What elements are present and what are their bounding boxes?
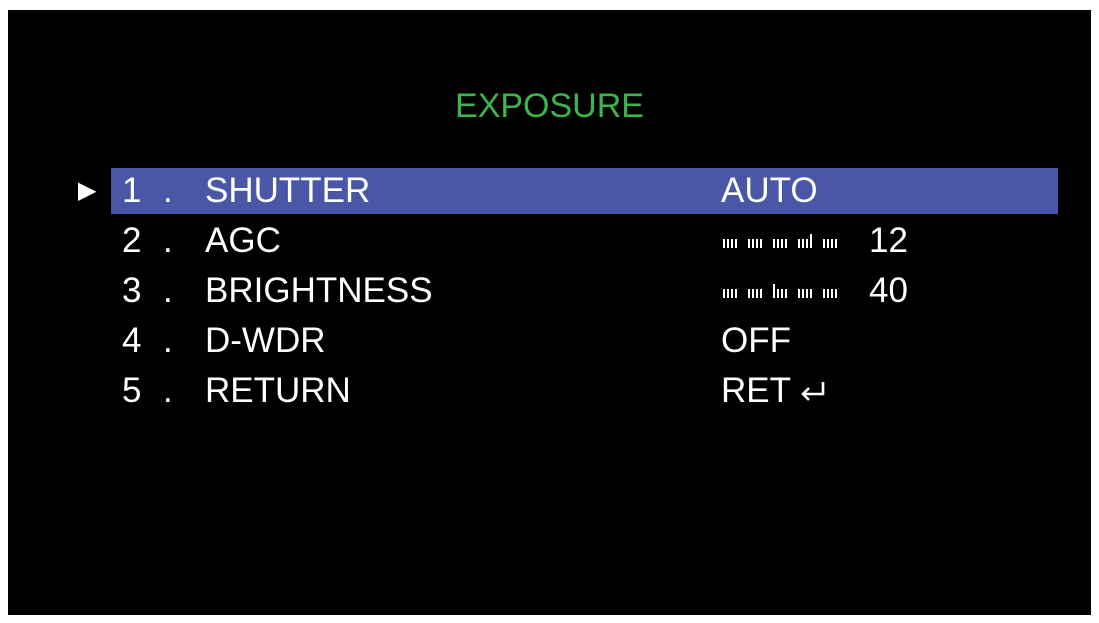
level-tick — [748, 239, 750, 248]
menu-item-separator: . — [163, 171, 173, 210]
level-tick — [798, 289, 800, 298]
level-tick — [773, 239, 775, 248]
menu-title: EXPOSURE — [455, 87, 644, 125]
menu-item-separator: . — [163, 221, 173, 260]
level-tick — [827, 239, 829, 248]
menu-item-separator: . — [163, 321, 173, 360]
menu-item-label: SHUTTER — [205, 171, 371, 210]
agc-value: 12 — [869, 221, 908, 260]
level-tick — [835, 239, 837, 248]
level-tick — [831, 239, 833, 248]
level-tick — [748, 289, 750, 298]
level-tick — [785, 289, 787, 298]
level-tick — [756, 289, 758, 298]
menu-item-label: D-WDR — [205, 321, 326, 360]
menu-item-label: RETURN — [205, 371, 351, 410]
menu-item-number: 5 — [122, 371, 142, 410]
level-tick — [781, 239, 783, 248]
return-arrow-icon — [801, 382, 825, 401]
level-tick — [727, 239, 729, 248]
menu-item-number: 4 — [122, 321, 142, 360]
level-tick — [777, 239, 779, 248]
level-tick — [752, 239, 754, 248]
level-tick — [727, 289, 729, 298]
level-tick — [781, 289, 783, 298]
level-tick — [785, 239, 787, 248]
menu-item-brightness[interactable]: 3 . BRIGHTNESS 40 — [8, 268, 1091, 314]
level-tick — [723, 239, 725, 248]
level-tick — [806, 289, 808, 298]
level-tick — [810, 289, 812, 298]
level-tick — [760, 289, 762, 298]
level-tick — [723, 289, 725, 298]
return-value-label: RET — [721, 371, 791, 410]
brightness-value: 40 — [869, 271, 908, 310]
menu-item-label: BRIGHTNESS — [205, 271, 433, 310]
d-wdr-value[interactable]: OFF — [721, 318, 791, 364]
level-tick — [806, 239, 808, 248]
level-tick — [831, 289, 833, 298]
menu-item-number: 3 — [122, 271, 142, 310]
agc-level-bar[interactable] — [720, 218, 860, 264]
level-tick — [731, 239, 733, 248]
level-tick — [735, 289, 737, 298]
level-tick — [798, 239, 800, 248]
menu-item-separator: . — [163, 371, 173, 410]
menu-item-number: 1 — [122, 171, 142, 210]
level-marker — [773, 284, 775, 298]
level-marker — [810, 234, 812, 248]
level-tick — [835, 289, 837, 298]
level-tick — [731, 289, 733, 298]
level-tick — [827, 289, 829, 298]
level-tick — [802, 239, 804, 248]
menu-item-number: 2 — [122, 221, 142, 260]
menu-item-d-wdr[interactable]: 4 . D-WDR OFF — [8, 318, 1091, 364]
level-tick — [823, 289, 825, 298]
brightness-level-bar[interactable] — [720, 268, 860, 314]
level-tick — [735, 239, 737, 248]
level-tick — [760, 239, 762, 248]
pointer-arrow-icon: ▶ — [78, 177, 97, 204]
shutter-value[interactable]: AUTO — [721, 168, 818, 214]
level-tick — [823, 239, 825, 248]
menu-item-label: AGC — [205, 221, 281, 260]
level-tick — [752, 289, 754, 298]
level-tick — [802, 289, 804, 298]
return-value[interactable]: RET — [721, 368, 827, 414]
osd-screen: EXPOSURE ▶ 1 . SHUTTER AUTO 2 . AGC 12 3… — [8, 10, 1091, 615]
level-tick — [756, 239, 758, 248]
menu-item-agc[interactable]: 2 . AGC 12 — [8, 218, 1091, 264]
level-tick — [777, 289, 779, 298]
menu-item-shutter[interactable]: ▶ 1 . SHUTTER AUTO — [8, 168, 1091, 214]
menu-item-separator: . — [163, 271, 173, 310]
menu-item-return[interactable]: 5 . RETURN RET — [8, 368, 1091, 414]
